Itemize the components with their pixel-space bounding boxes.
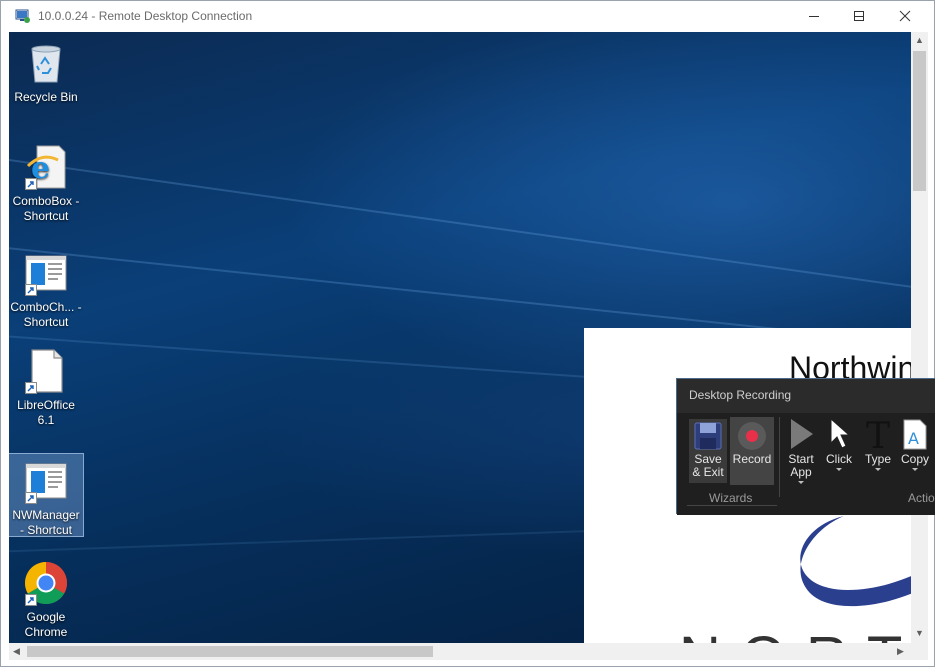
close-icon: [899, 10, 911, 22]
minimize-button-2[interactable]: [791, 1, 837, 31]
save-icon: [693, 421, 723, 451]
app-wordmark: NORT: [679, 624, 911, 643]
desktop-icon-label: ComboBox - Shortcut: [12, 194, 80, 223]
panel-toolbar: Save & Exit Record Wizards Start App Cli…: [677, 413, 935, 515]
remote-desktop-area[interactable]: Recycle Bin e ComboBox - Shortcut ComboC…: [9, 32, 911, 643]
recycle-bin-icon: [23, 40, 69, 86]
dropdown-caret-icon: [798, 481, 804, 484]
start-app-label: Start App: [788, 452, 814, 479]
start-app-button[interactable]: Start App: [785, 417, 817, 484]
desktop-icon-label: ComboCh... - Shortcut: [10, 300, 82, 329]
app-window-icon: [23, 250, 69, 296]
vertical-scroll-thumb[interactable]: [913, 51, 926, 191]
shortcut-arrow-icon: [25, 492, 37, 504]
type-label: Type: [864, 452, 891, 466]
dropdown-caret-icon: [836, 468, 842, 471]
remote-desktop-window: 10.0.0.24 - Remote Desktop Connection Re…: [0, 0, 935, 667]
panel-title: Desktop Recording: [689, 388, 792, 402]
click-label: Click: [826, 452, 852, 466]
scroll-right-icon[interactable]: ▶: [897, 646, 904, 657]
shortcut-arrow-icon: [25, 594, 37, 606]
scroll-up-icon[interactable]: ▲: [915, 35, 924, 45]
save-exit-button[interactable]: Save & Exit: [689, 419, 727, 483]
desktop-icon-combochart-shortcut[interactable]: ComboCh... - Shortcut: [9, 250, 83, 330]
record-icon: [737, 421, 767, 451]
maximize-icon: [854, 11, 864, 21]
copy-button[interactable]: A Copy: [899, 417, 931, 471]
desktop-icon-label: Recycle Bin: [14, 90, 78, 104]
desktop-icon-nwmanager-shortcut[interactable]: NWManager - Shortcut: [9, 453, 84, 537]
desktop-icon-libreoffice[interactable]: LibreOffice 6.1: [9, 348, 83, 428]
text-type-icon: T: [863, 416, 893, 457]
shortcut-arrow-icon: [25, 284, 37, 296]
desktop-icon-google-chrome[interactable]: Google Chrome: [9, 560, 83, 640]
copy-document-icon: A: [900, 417, 930, 451]
document-icon: [23, 348, 69, 394]
desktop-icon-label: NWManager - Shortcut: [12, 508, 80, 537]
save-exit-label: Save & Exit: [692, 452, 724, 479]
minimize-icon-glyph: [809, 16, 819, 17]
dropdown-caret-icon: [875, 468, 881, 471]
app-window-icon: [23, 458, 69, 504]
remote-desktop-icon: [15, 8, 31, 24]
copy-label: Copy: [900, 452, 929, 466]
scrollbar-corner: [911, 643, 928, 660]
maximize-button[interactable]: [836, 1, 882, 31]
horizontal-scroll-thumb[interactable]: [27, 646, 433, 657]
horizontal-scrollbar[interactable]: ◀ ▶: [9, 643, 911, 660]
window-title: 10.0.0.24 - Remote Desktop Connection: [38, 9, 253, 23]
shortcut-arrow-icon: [25, 382, 37, 394]
close-button[interactable]: [882, 1, 928, 31]
record-label: Record: [732, 452, 772, 466]
chrome-icon: [23, 560, 69, 606]
click-button[interactable]: Click: [823, 417, 855, 471]
type-button[interactable]: T Type: [862, 416, 894, 471]
play-icon: [786, 417, 816, 451]
desktop-recording-panel[interactable]: Desktop Recording Save & Exit Record Wiz…: [676, 378, 935, 515]
shortcut-arrow-icon: [25, 178, 37, 190]
svg-text:A: A: [908, 429, 919, 448]
northwind-logo-icon: [800, 516, 911, 606]
desktop-icon-label: Google Chrome: [24, 610, 68, 639]
desktop-icon-label: LibreOffice 6.1: [17, 398, 75, 427]
desktop-icon-recycle-bin[interactable]: Recycle Bin: [9, 40, 83, 105]
svg-text:T: T: [866, 417, 890, 451]
wizards-group-label: Wizards: [709, 491, 753, 505]
internet-explorer-icon: e: [23, 144, 69, 190]
dropdown-caret-icon: [912, 468, 918, 471]
actions-group-label: Actio: [908, 491, 935, 505]
vertical-scrollbar[interactable]: ▲ ▼: [911, 32, 928, 643]
scroll-down-icon[interactable]: ▼: [915, 628, 924, 638]
cursor-icon: [824, 417, 854, 451]
record-button[interactable]: Record: [730, 417, 774, 485]
desktop-icon-combobox-shortcut[interactable]: e ComboBox - Shortcut: [9, 144, 83, 224]
scroll-left-icon[interactable]: ◀: [13, 646, 20, 657]
